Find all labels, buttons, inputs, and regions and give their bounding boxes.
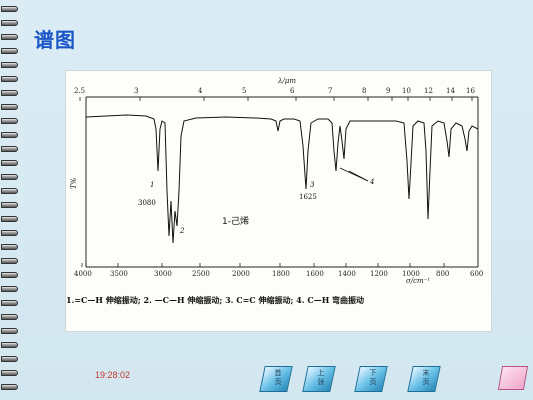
binder-ring: [1, 174, 18, 180]
top-tick-label: 5: [242, 87, 246, 95]
bottom-axis-label: σ/cm⁻¹: [406, 277, 430, 285]
peak-3-value: 1625: [299, 193, 317, 201]
bottom-tick-label: 2000: [232, 270, 250, 278]
peak-1-value: 3080: [138, 199, 156, 207]
first-page-button[interactable]: 首页: [259, 366, 293, 392]
binder-ring: [1, 160, 18, 166]
peak-3-number: 3: [310, 181, 315, 189]
binder-ring: [1, 216, 18, 222]
binder-ring: [1, 272, 18, 278]
binder-ring: [1, 314, 18, 320]
binder-ring: [1, 20, 18, 26]
binder-ring: [1, 188, 18, 194]
binder-ring: [1, 258, 18, 264]
clock-time: 19:28:02: [95, 370, 131, 380]
binder-ring: [1, 244, 18, 250]
binder-ring: [1, 342, 18, 348]
top-tick-label: 2.5: [74, 87, 85, 95]
binder-ring: [1, 300, 18, 306]
compound-name: 1-己烯: [222, 215, 249, 227]
top-tick-label: 3: [134, 87, 138, 95]
binder-ring: [1, 328, 18, 334]
binder-ring: [1, 370, 18, 376]
prev-page-label: 上张: [317, 369, 325, 386]
binder-ring: [1, 384, 18, 390]
top-tick-labels: 2.5 3 4 5 6 7 8 9 10 12 14 16: [74, 87, 475, 101]
top-tick-label: 16: [466, 87, 475, 95]
top-tick-label: 12: [424, 87, 433, 95]
slide-title: 谱图: [34, 28, 76, 52]
spectrum-trace: [85, 114, 479, 244]
top-tick-label: 6: [290, 87, 295, 95]
bottom-tick-labels: 4000 3500 3000 2500 2000 1800 1600 1400 1200 1000…: [74, 263, 483, 278]
binder-ring: [1, 62, 18, 68]
binder-rings: [0, 0, 20, 400]
ir-spectrum-figure: 2.5 3 4 5 6 7 8 9 10 12 14 16 4000 3500 3000 2500 2000 1…: [65, 70, 492, 332]
top-tick-label: 4: [198, 87, 203, 95]
bottom-tick-label: 600: [470, 270, 483, 278]
bottom-tick-label: 3500: [110, 270, 128, 278]
binder-ring: [1, 356, 18, 362]
top-tick-label: 14: [446, 87, 455, 95]
bottom-tick-label: 1600: [306, 270, 324, 278]
peak-4-leader-b: [348, 170, 369, 182]
top-tick-label: 8: [362, 87, 366, 95]
binder-ring: [1, 34, 18, 40]
last-page-button[interactable]: 末页: [407, 366, 441, 392]
next-page-label: 下页: [369, 369, 377, 386]
bottom-tick-label: 1400: [338, 270, 356, 278]
peak-4-number: 4: [369, 178, 374, 186]
peak-1-number: 1: [150, 181, 154, 189]
bottom-tick-label: 800: [436, 270, 449, 278]
bottom-tick-label: 4000: [74, 270, 92, 278]
prev-page-button[interactable]: 上张: [302, 366, 336, 392]
binder-ring: [1, 90, 18, 96]
binder-ring: [1, 48, 18, 54]
spectrum-svg: 2.5 3 4 5 6 7 8 9 10 12 14 16 4000 3500 3000 2500 2000 1…: [66, 77, 483, 305]
y-axis-label: T%: [70, 177, 78, 189]
peak-2-number: 2: [179, 227, 185, 235]
bottom-tick-label: 1800: [272, 270, 290, 278]
next-page-button[interactable]: 下页: [354, 366, 388, 392]
logo-badge: [497, 366, 529, 390]
binder-ring: [1, 146, 18, 152]
bottom-tick-label: 2500: [192, 270, 210, 278]
top-axis-label: λ/μm: [277, 77, 296, 85]
binder-ring: [1, 286, 18, 292]
top-tick-label: 7: [328, 87, 332, 95]
binder-ring: [1, 104, 18, 110]
top-tick-label: 10: [402, 87, 411, 95]
binder-ring: [1, 76, 18, 82]
binder-ring: [1, 132, 18, 138]
vibration-legend: 1.=C—H 伸缩振动; 2. —C—H 伸缩振动; 3. C=C 伸缩振动; …: [66, 295, 364, 305]
last-page-label: 末页: [422, 369, 430, 386]
binder-ring: [1, 230, 18, 236]
binder-ring: [1, 118, 18, 124]
bottom-tick-label: 1200: [370, 270, 388, 278]
binder-ring: [1, 202, 18, 208]
bottom-tick-label: 3000: [154, 270, 172, 278]
binder-ring: [1, 6, 18, 12]
first-page-label: 首页: [274, 369, 282, 386]
top-tick-label: 9: [386, 87, 390, 95]
